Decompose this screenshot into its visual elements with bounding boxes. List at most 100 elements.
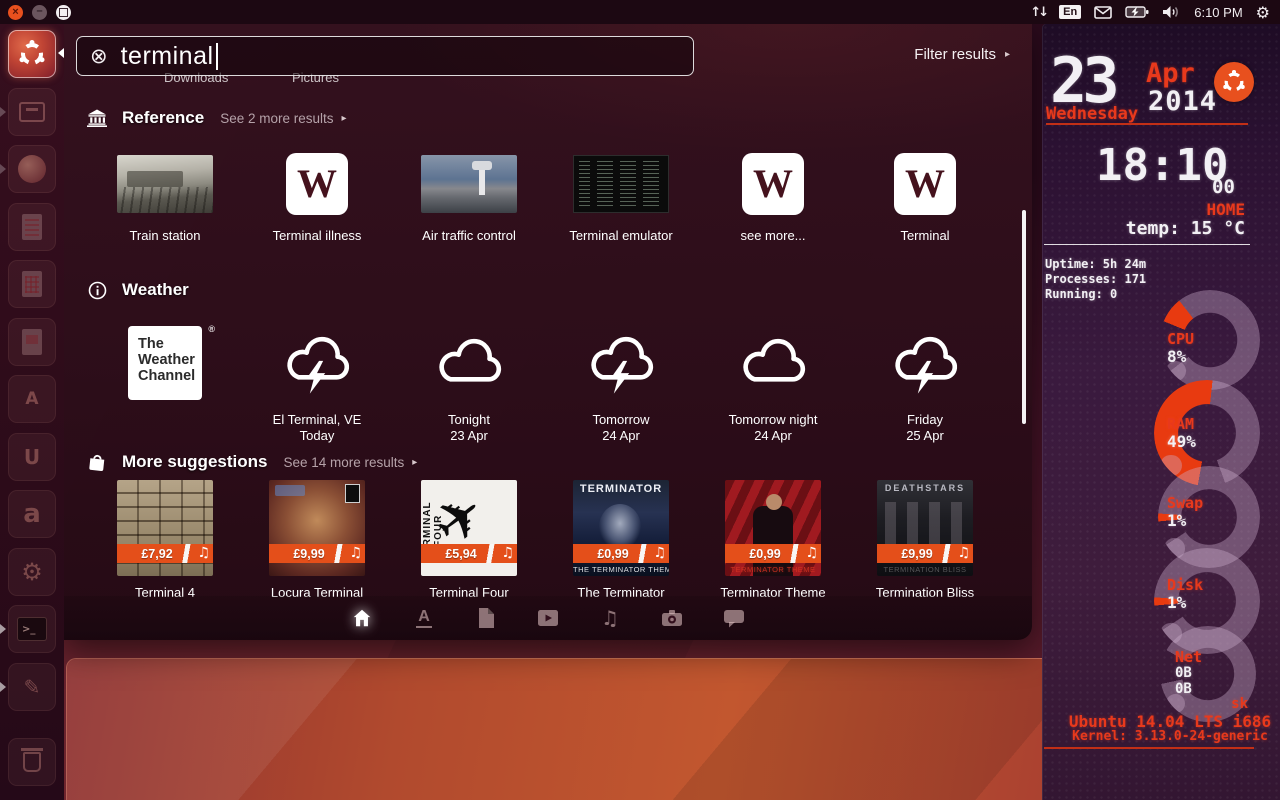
suggestion-item[interactable]: DEATHSTARS £9,99 TERMINATION BLISS Termi… <box>849 480 1001 600</box>
running-arrow-icon <box>0 164 6 174</box>
ram-value: 49% <box>1167 432 1196 451</box>
see-more-link[interactable]: See 14 more results <box>283 455 417 470</box>
launcher-item-ubuntu-one[interactable] <box>8 433 56 481</box>
launcher-item-impress[interactable] <box>8 318 56 366</box>
wikipedia-icon: W <box>894 153 956 215</box>
mail-icon[interactable] <box>1094 6 1112 19</box>
search-input[interactable]: terminal <box>76 36 694 76</box>
launcher-item-trash[interactable] <box>8 738 56 786</box>
volume-icon[interactable] <box>1162 5 1181 19</box>
cpu-value: 8% <box>1167 347 1186 366</box>
suggestion-item[interactable]: £0,99 TERMINATOR THEME Terminator Theme <box>697 480 849 600</box>
shopping-bag-icon <box>86 452 108 472</box>
album-art: £0,99 TERMINATOR THEME <box>725 480 821 576</box>
launcher <box>0 24 64 800</box>
suggestion-item[interactable]: £7,92 Terminal 4 <box>89 480 241 600</box>
launcher-item-terminal[interactable] <box>8 605 56 653</box>
lens-home-icon[interactable] <box>350 606 374 630</box>
price-ribbon: £7,92 <box>117 544 213 563</box>
close-button[interactable] <box>8 5 23 20</box>
network-indicator-icon[interactable] <box>1030 4 1046 20</box>
date-year: 2014 <box>1148 88 1217 115</box>
suggestion-item[interactable]: TERMINAL FOUR £5,94 Terminal Four <box>393 480 545 600</box>
result-item[interactable]: Terminal emulator <box>545 150 697 243</box>
music-note-icon <box>653 545 666 561</box>
launcher-item-gedit[interactable] <box>8 663 56 711</box>
result-item[interactable]: W see more... <box>697 150 849 243</box>
lens-files-icon[interactable] <box>474 606 498 630</box>
session-gear-icon[interactable] <box>1256 3 1270 22</box>
suggestion-item[interactable]: £9,99 Locura Terminal <box>241 480 393 600</box>
date-day: 23 <box>1050 50 1115 112</box>
lens-videos-icon[interactable] <box>536 606 560 630</box>
minimize-button[interactable] <box>32 5 47 20</box>
result-item[interactable]: Air traffic control <box>393 150 545 243</box>
item-label: Train station <box>89 228 241 243</box>
weather-label: Tomorrow night24 Apr <box>697 412 849 444</box>
price-ribbon: £9,99 <box>877 544 973 563</box>
reference-icon <box>86 108 108 128</box>
price-ribbon: £9,99 <box>269 544 365 563</box>
chevron-right-icon <box>342 113 347 124</box>
section-title: More suggestions <box>122 452 267 472</box>
weather-item[interactable]: Friday25 Apr <box>849 320 1001 450</box>
filter-results-button[interactable]: Filter results <box>914 46 1010 63</box>
weather-item[interactable]: Tomorrow24 Apr <box>545 320 697 450</box>
keyboard-indicator[interactable]: En <box>1059 5 1081 19</box>
net-down-value: 0B <box>1175 681 1192 697</box>
weather-item[interactable]: The Weather Channel ® <box>89 320 241 450</box>
net-up-value: 0B <box>1175 665 1192 681</box>
chevron-right-icon <box>412 457 417 468</box>
music-note-icon <box>197 545 210 561</box>
launcher-item-firefox[interactable] <box>8 145 56 193</box>
lens-social-icon[interactable] <box>722 606 746 630</box>
weather-item[interactable]: El Terminal, VEToday <box>241 320 393 450</box>
launcher-item-calc[interactable] <box>8 260 56 308</box>
item-label: Air traffic control <box>393 228 545 243</box>
lens-applications-icon[interactable] <box>412 606 436 630</box>
result-item[interactable]: Train station <box>89 150 241 243</box>
result-item[interactable]: W Terminal illness <box>241 150 393 243</box>
location-label: HOME <box>1206 200 1245 219</box>
launcher-item-files[interactable] <box>8 88 56 136</box>
result-item[interactable]: W Terminal <box>849 150 1001 243</box>
weather-label: Friday25 Apr <box>849 412 1001 444</box>
cpu-label: CPU <box>1167 330 1194 348</box>
see-more-link[interactable]: See 2 more results <box>220 111 346 126</box>
clear-search-icon[interactable] <box>90 44 108 68</box>
weather-item[interactable]: Tomorrow night24 Apr <box>697 320 849 450</box>
suggestion-item[interactable]: TERMINATOR £0,99 THE TERMINATOR THEME Th… <box>545 480 697 600</box>
music-note-icon <box>349 545 362 561</box>
battery-icon[interactable] <box>1125 6 1149 18</box>
launcher-item-dash-home[interactable] <box>8 30 56 78</box>
info-icon <box>86 280 108 300</box>
launcher-item-amazon[interactable] <box>8 490 56 538</box>
dash-scrollbar[interactable] <box>1022 210 1026 424</box>
window-controls <box>0 5 71 20</box>
price-ribbon: £5,94 <box>421 544 517 563</box>
launcher-item-software-center[interactable] <box>8 375 56 423</box>
lens-music-icon[interactable] <box>598 606 622 630</box>
album-art: £9,99 <box>269 480 365 576</box>
section-header-suggestions: More suggestions See 14 more results <box>86 452 417 472</box>
price-ribbon: £0,99 <box>725 544 821 563</box>
section-title: Reference <box>122 108 204 128</box>
launcher-item-settings[interactable] <box>8 548 56 596</box>
net-label: Net <box>1175 648 1202 666</box>
divider <box>1044 747 1254 749</box>
weather-channel-logo: The Weather Channel ® <box>128 326 202 400</box>
maximize-button[interactable] <box>56 5 71 20</box>
disk-label: Disk <box>1167 576 1203 594</box>
lens-photos-icon[interactable] <box>660 606 684 630</box>
launcher-item-writer[interactable] <box>8 203 56 251</box>
weather-item[interactable]: Tonight23 Apr <box>393 320 545 450</box>
storm-cloud-icon <box>545 320 697 398</box>
running-arrow-icon <box>0 682 6 692</box>
swap-label: Swap <box>1167 494 1203 512</box>
item-label: see more... <box>697 228 849 243</box>
thumbnail-control-tower <box>421 155 517 213</box>
clock[interactable]: 6:10 PM <box>1194 5 1242 20</box>
thumbnail-terminal-screenshot <box>573 155 669 213</box>
processes: Processes: 171 <box>1045 272 1146 287</box>
top-panel: En 6:10 PM <box>0 0 1280 24</box>
